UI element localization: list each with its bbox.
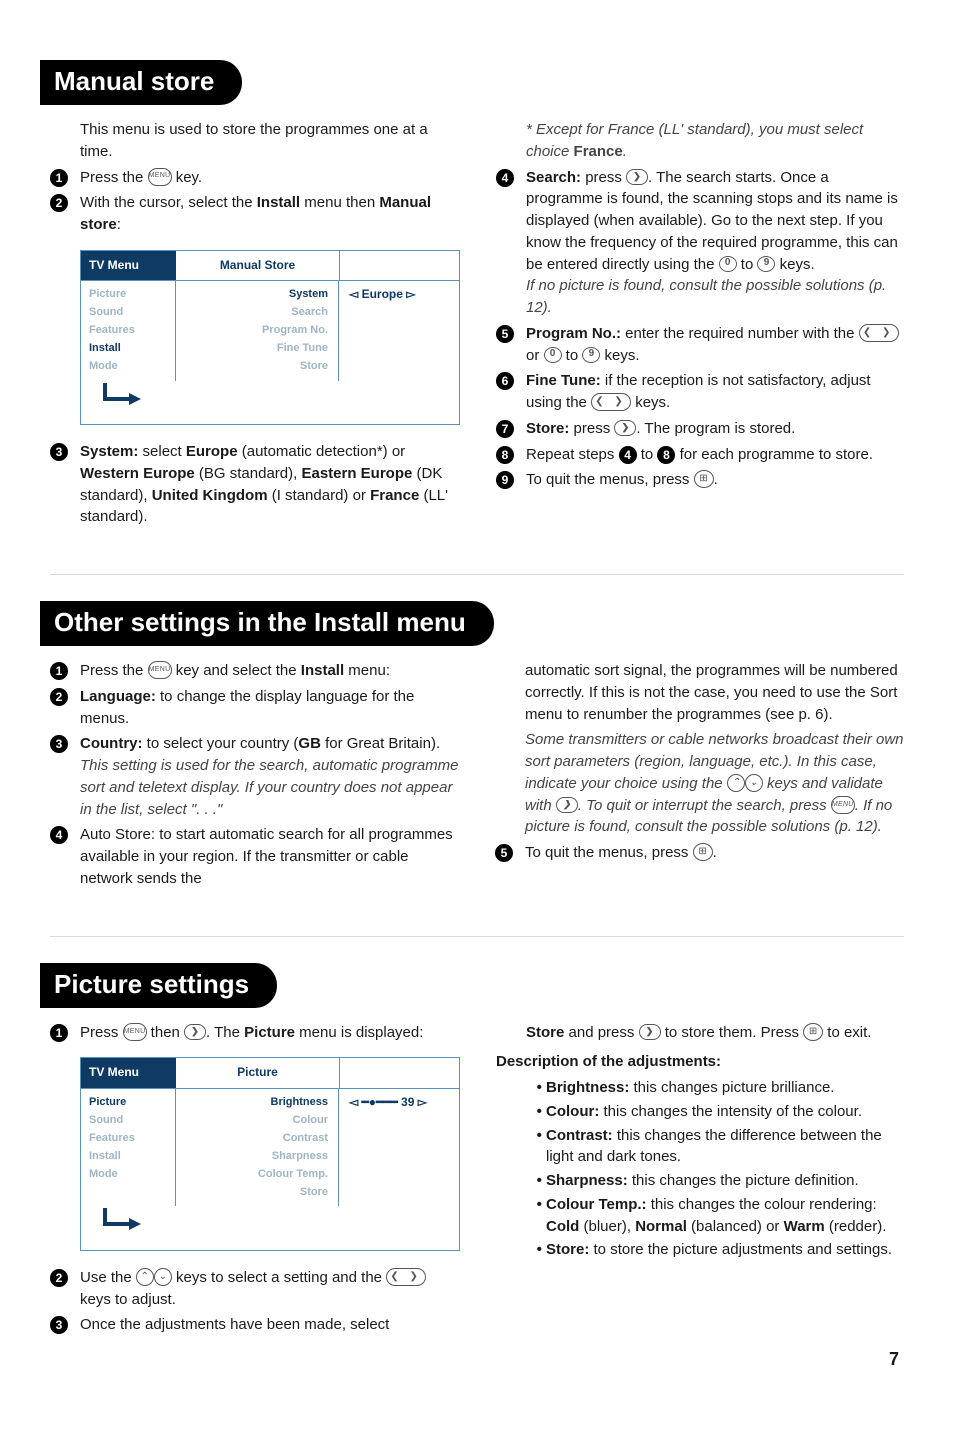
step-num-9: 9 [496, 471, 514, 489]
osd-value: ◅ Europe ▻ [339, 281, 459, 381]
section-manual-store: Manual store This menu is used to store … [50, 60, 904, 532]
step-num-3: 3 [50, 443, 68, 461]
section-picture-settings: Picture settings 1 Press MENU then ❯. Th… [50, 963, 904, 1340]
osd-arrow-icon [81, 1206, 176, 1249]
right-key-icon: ❯ [184, 1024, 206, 1040]
step-num-6: 6 [496, 372, 514, 390]
menu-key-icon: MENU [831, 796, 855, 814]
step-num-5: 5 [496, 325, 514, 343]
osd-arrow-icon [81, 381, 176, 424]
intro-text: This menu is used to store the programme… [80, 119, 460, 163]
exit-key-icon: ⊞ [693, 843, 713, 861]
step-num-4: 4 [496, 169, 514, 187]
leftright-key-icon: ❮ ❯ [859, 324, 899, 342]
leftright-key-icon: ❮ ❯ [386, 1268, 426, 1286]
zero-key-icon: 0 [544, 347, 562, 363]
nine-key-icon: 9 [582, 347, 600, 363]
leftright-key-icon: ❮ ❯ [591, 393, 631, 411]
exit-key-icon: ⊞ [803, 1023, 823, 1041]
osd-title: Manual Store [176, 251, 339, 281]
osd-picture: TV Menu Picture Picture Sound Features I… [80, 1057, 460, 1250]
osd-tvmenu: TV Menu [81, 251, 176, 281]
up-key-icon: ⌃ [727, 774, 745, 792]
right-key-icon: ❯ [626, 169, 648, 185]
osd-manual-store: TV Menu Manual Store Picture Sound Featu… [80, 250, 460, 425]
exit-key-icon: ⊞ [694, 470, 714, 488]
menu-key-icon: MENU [148, 168, 172, 186]
step-num-7: 7 [496, 420, 514, 438]
heading-other-settings: Other settings in the Install menu [40, 601, 494, 646]
page-number: 7 [889, 1349, 899, 1370]
down-key-icon: ⌄ [154, 1268, 172, 1286]
step-num-8: 8 [496, 446, 514, 464]
menu-key-icon: MENU [123, 1023, 147, 1041]
up-key-icon: ⌃ [136, 1268, 154, 1286]
nine-key-icon: 9 [757, 256, 775, 272]
heading-picture-settings: Picture settings [40, 963, 277, 1008]
adjustments-list: Brightness: this changes picture brillia… [546, 1077, 904, 1261]
menu-key-icon: MENU [148, 661, 172, 679]
heading-manual-store: Manual store [40, 60, 242, 105]
zero-key-icon: 0 [719, 256, 737, 272]
right-key-icon: ❯ [639, 1024, 661, 1040]
right-key-icon: ❯ [614, 420, 636, 436]
right-key-icon: ❯ [556, 797, 578, 813]
adjustments-heading: Description of the adjustments: [496, 1051, 904, 1073]
step-num-2: 2 [50, 194, 68, 212]
down-key-icon: ⌄ [745, 774, 763, 792]
step-num-1: 1 [50, 169, 68, 187]
section-other-settings: Other settings in the Install menu 1 Pre… [50, 601, 904, 894]
osd-left-list: Picture Sound Features Install Mode [81, 281, 176, 381]
osd-mid-list: System Search Program No. Fine Tune Stor… [176, 281, 339, 381]
